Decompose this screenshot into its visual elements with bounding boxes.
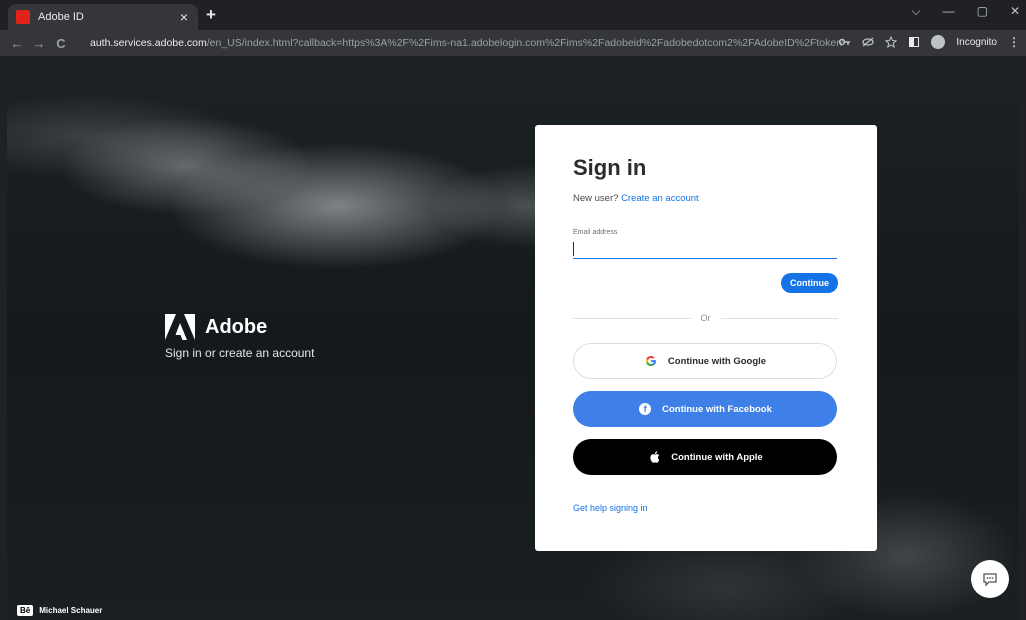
apple-signin-label: Continue with Apple [671, 451, 763, 463]
help-signing-in-link[interactable]: Get help signing in [573, 503, 648, 513]
or-divider: Or [573, 311, 838, 325]
continue-button[interactable]: Continue [781, 273, 838, 293]
new-tab-icon[interactable]: + [206, 5, 216, 25]
restore-icon[interactable]: ▢ [977, 4, 988, 19]
email-field[interactable] [573, 240, 837, 259]
eye-off-icon[interactable] [862, 37, 875, 47]
address-bar[interactable]: auth.services.adobe.com/en_US/index.html… [84, 33, 844, 53]
star-icon[interactable] [885, 36, 898, 48]
photo-credit[interactable]: Bē Michael Schauer [17, 605, 102, 616]
credit-name[interactable]: Michael Schauer [39, 606, 102, 615]
page-background: Adobe Sign in or create an account Bē Mi… [7, 56, 1019, 620]
google-icon [644, 354, 658, 368]
browser-menu-icon[interactable]: ⋮ [1008, 35, 1020, 49]
key-icon[interactable] [839, 37, 851, 47]
url-path: /en_US/index.html?callback=https%3A%2F%2… [206, 37, 844, 49]
adobe-logo-icon [165, 314, 195, 340]
email-label: Email address [573, 229, 618, 236]
browser-tab[interactable]: Adobe ID × [8, 4, 198, 30]
minimize-icon[interactable]: — [943, 4, 955, 19]
facebook-signin-label: Continue with Facebook [662, 403, 772, 415]
facebook-signin-button[interactable]: f Continue with Facebook [573, 391, 837, 427]
signin-card: Sign in New user? Create an account Emai… [535, 125, 877, 551]
new-user-prefix: New user? [573, 193, 619, 204]
tab-close-icon[interactable]: × [180, 9, 188, 25]
browser-toolbar: ← → C auth.services.adobe.com/en_US/inde… [0, 30, 1026, 56]
create-account-link[interactable]: Create an account [621, 193, 699, 204]
reload-icon[interactable]: C [50, 36, 72, 51]
brand-name: Adobe [205, 315, 268, 338]
brand-block: Adobe Sign in or create an account [165, 314, 314, 360]
text-caret [573, 242, 574, 256]
new-user-text: New user? Create an account [573, 193, 699, 204]
incognito-avatar-icon[interactable] [931, 35, 946, 49]
divider-line [720, 317, 838, 319]
adobe-favicon-icon [16, 10, 30, 24]
page-title: Sign in [573, 155, 647, 180]
browser-tab-strip: Adobe ID × + ⌵ — ▢ ✕ [0, 0, 1026, 30]
google-signin-label: Continue with Google [667, 355, 767, 367]
url-domain: auth.services.adobe.com [90, 37, 207, 49]
facebook-icon: f [638, 402, 652, 416]
brand-subtitle: Sign in or create an account [165, 346, 315, 360]
chat-button[interactable] [971, 560, 1009, 598]
forward-icon[interactable]: → [28, 36, 50, 51]
tab-title: Adobe ID [38, 11, 84, 23]
apple-icon [647, 450, 661, 464]
side-panel-icon[interactable] [908, 36, 920, 48]
toolbar-right-icons: Incognito ⋮ [839, 35, 1020, 49]
close-window-icon[interactable]: ✕ [1010, 4, 1020, 19]
apple-signin-button[interactable]: Continue with Apple [573, 439, 837, 475]
behance-icon: Bē [17, 605, 34, 616]
or-text: Or [700, 313, 711, 323]
tab-search-chevron-icon[interactable]: ⌵ [911, 4, 920, 19]
window-controls: ⌵ — ▢ ✕ [911, 4, 1020, 19]
google-signin-button[interactable]: Continue with Google [573, 343, 837, 379]
chat-icon [983, 573, 997, 587]
back-icon[interactable]: ← [6, 36, 28, 51]
divider-line [573, 317, 691, 319]
incognito-label[interactable]: Incognito [956, 37, 997, 48]
